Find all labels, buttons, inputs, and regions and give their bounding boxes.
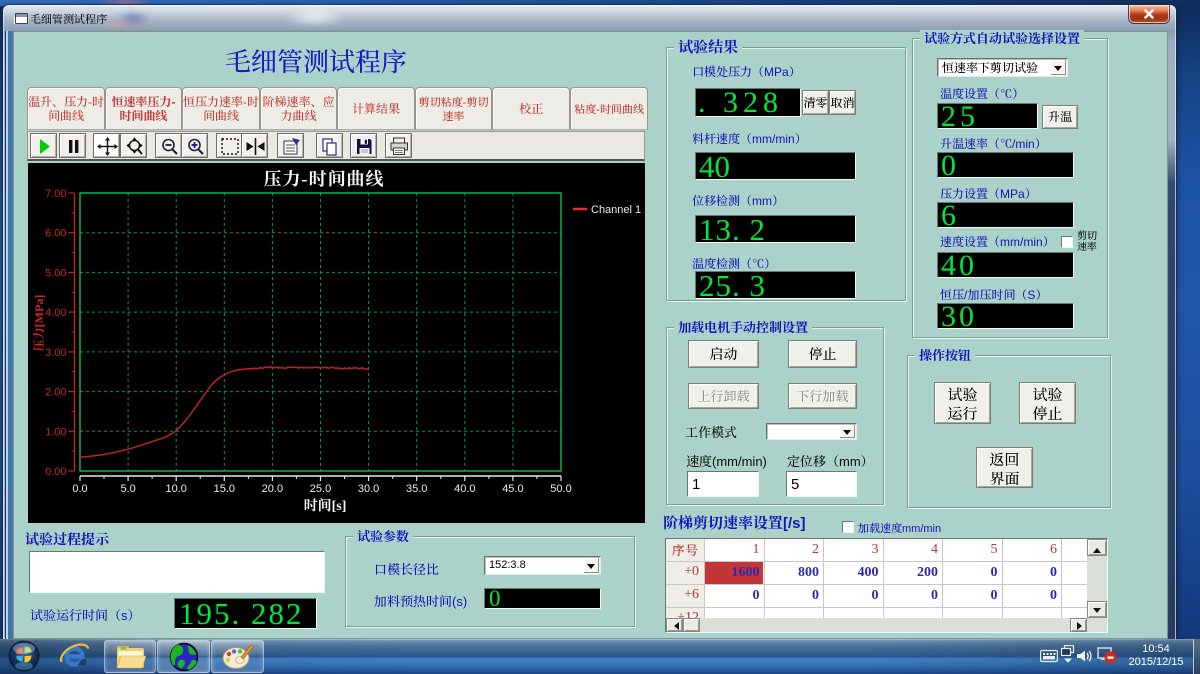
- svg-text:20.0: 20.0: [262, 483, 283, 495]
- svg-text:3.00: 3.00: [45, 347, 66, 359]
- svg-text:时间[s]: 时间[s]: [304, 495, 347, 515]
- svg-text:4.00: 4.00: [45, 307, 66, 319]
- svg-text:6.00: 6.00: [45, 228, 66, 240]
- svg-text:35.0: 35.0: [406, 483, 427, 495]
- svg-text:7.00: 7.00: [45, 188, 66, 200]
- svg-text:50.0: 50.0: [550, 483, 571, 495]
- svg-text:25.0: 25.0: [310, 483, 331, 495]
- svg-text:压力-时间曲线: 压力-时间曲线: [264, 165, 385, 191]
- svg-text:30.0: 30.0: [358, 483, 379, 495]
- svg-text:0.00: 0.00: [45, 466, 66, 478]
- svg-text:40.0: 40.0: [454, 483, 475, 495]
- svg-text:Channel 1: Channel 1: [591, 204, 641, 216]
- svg-text:10.0: 10.0: [165, 483, 186, 495]
- svg-text:2.00: 2.00: [45, 387, 66, 399]
- svg-text:5.0: 5.0: [120, 483, 135, 495]
- svg-text:5.00: 5.00: [45, 267, 66, 279]
- svg-text:1.00: 1.00: [45, 426, 66, 438]
- svg-text:15.0: 15.0: [214, 483, 235, 495]
- svg-text:0.0: 0.0: [72, 483, 87, 495]
- svg-text:45.0: 45.0: [502, 483, 523, 495]
- svg-text:压力[MPa]: 压力[MPa]: [30, 295, 47, 352]
